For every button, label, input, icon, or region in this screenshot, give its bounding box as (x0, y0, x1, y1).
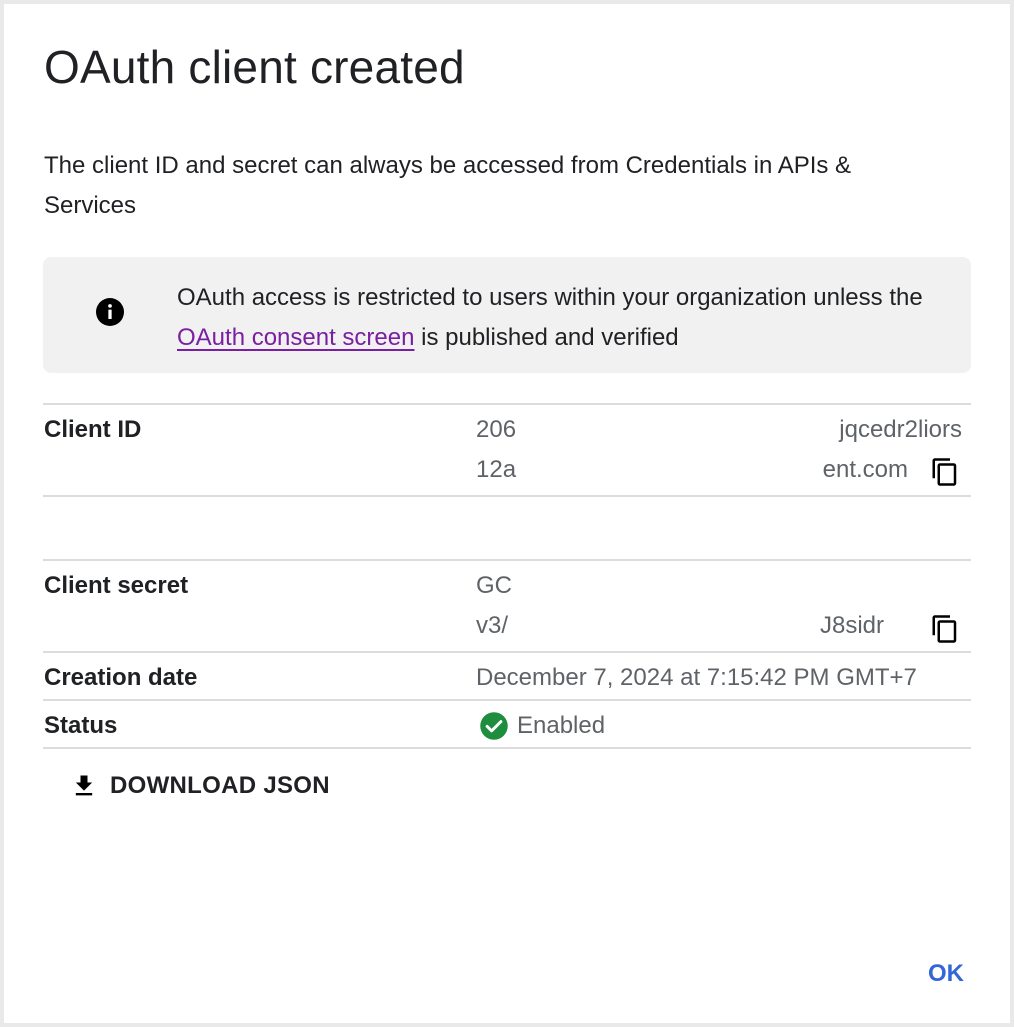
status-label: Status (44, 712, 118, 739)
info-icon (96, 298, 124, 326)
divider (43, 699, 971, 701)
client-secret-line2-end: J8sidr (819, 612, 884, 639)
notice-text-after: is published and verified (414, 324, 679, 351)
check-circle-icon (480, 712, 508, 740)
client-secret-line2-start: v3/ (476, 612, 509, 639)
creation-date-value: December 7, 2024 at 7:15:42 PM GMT+7 (476, 664, 917, 691)
creation-date-label: Creation date (44, 664, 198, 691)
download-icon (75, 775, 93, 796)
divider (43, 651, 971, 653)
client-id-line1-start: 206 (476, 416, 517, 443)
client-secret-line1-start: GC (476, 572, 512, 599)
download-json-label: DOWNLOAD JSON (110, 772, 330, 799)
client-id-line2-start: 12a (476, 456, 517, 483)
divider (43, 403, 971, 405)
divider (43, 559, 971, 561)
client-id-label: Client ID (44, 416, 142, 443)
oauth-client-dialog: OAuth client created The client ID and s… (4, 4, 1010, 1023)
dialog-title: OAuth client created (44, 41, 465, 93)
info-notice: OAuth access is restricted to users with… (43, 257, 971, 373)
ok-button[interactable]: OK (914, 952, 978, 996)
divider (43, 747, 971, 749)
dialog-description: The client ID and secret can always be a… (44, 152, 852, 219)
copy-client-secret-icon[interactable] (930, 614, 960, 644)
download-json-button[interactable]: DOWNLOAD JSON (70, 766, 330, 806)
oauth-consent-screen-link[interactable]: OAuth consent screen (177, 324, 414, 351)
client-id-line2-end: ent.com (822, 456, 908, 483)
copy-client-id-icon[interactable] (930, 457, 960, 487)
status-value: Enabled (517, 712, 606, 739)
notice-text-before: OAuth access is restricted to users with… (177, 284, 923, 311)
divider (43, 495, 971, 497)
client-id-line1-end: jqcedr2liors (839, 416, 962, 443)
client-secret-label: Client secret (44, 572, 189, 599)
notice-text: OAuth access is restricted to users with… (177, 278, 937, 358)
